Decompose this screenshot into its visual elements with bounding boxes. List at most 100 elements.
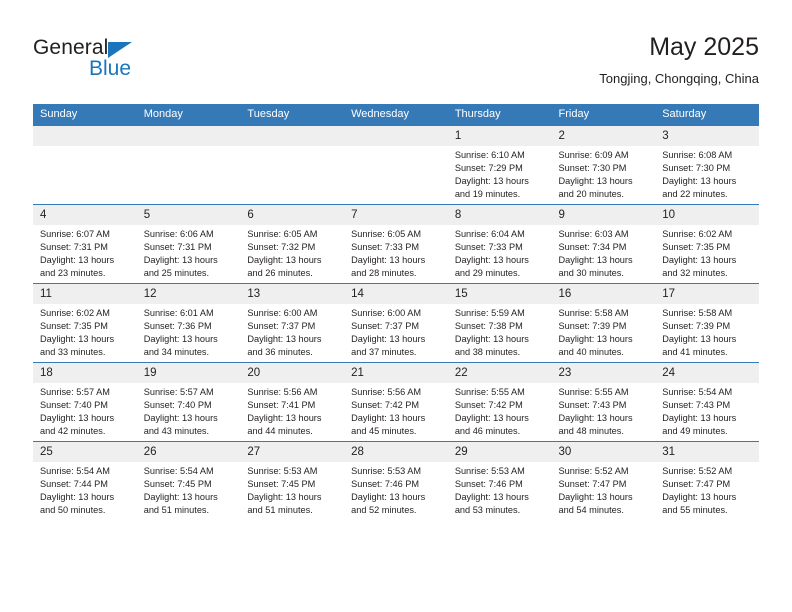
calendar-header-row: Sunday Monday Tuesday Wednesday Thursday… — [33, 104, 759, 126]
daylight-duration-line1: Daylight: 13 hours — [454, 334, 529, 345]
sunrise-time: Sunrise: 6:00 AM — [247, 308, 318, 318]
calendar-day-cell[interactable]: 22 Sunrise: 5:55 AM Sunset: 7:42 PM Dayligh… — [447, 362, 552, 442]
day-number: 24 — [655, 363, 759, 383]
daylight-duration-line1: Daylight: 13 hours — [454, 176, 529, 187]
daylight-duration-line1: Daylight: 13 hours — [558, 492, 633, 503]
sunset-time: Sunset: 7:47 PM — [662, 479, 731, 490]
daylight-duration-line1: Daylight: 13 hours — [662, 413, 737, 424]
day-number: 23 — [551, 363, 656, 383]
daylight-duration-line1: Daylight: 13 hours — [351, 334, 426, 345]
calendar-day-cell[interactable]: 27 Sunrise: 5:53 AM Sunset: 7:45 PM Dayligh… — [240, 441, 345, 520]
calendar-day-cell[interactable]: 25 Sunrise: 5:54 AM Sunset: 7:44 PM Dayligh… — [33, 441, 137, 520]
day-number: 2 — [551, 126, 656, 146]
calendar-day-cell[interactable]: 20 Sunrise: 5:56 AM Sunset: 7:41 PM Dayligh… — [240, 362, 345, 442]
calendar-day-cell[interactable]: 4 Sunrise: 6:07 AM Sunset: 7:31 PM Daylight… — [33, 204, 137, 284]
page-subtitle: Tongjing, Chongqing, China — [599, 71, 759, 86]
daylight-duration-line2: and 53 minutes. — [454, 505, 521, 516]
sunrise-time: Sunrise: 5:59 AM — [454, 308, 525, 318]
day-details: Sunrise: 6:09 AM Sunset: 7:30 PM Daylight:… — [552, 146, 656, 201]
day-number: 4 — [33, 205, 137, 225]
calendar-day-cell[interactable]: 24 Sunrise: 5:54 AM Sunset: 7:43 PM Dayligh… — [655, 362, 759, 442]
calendar-day-cell[interactable]: 14 Sunrise: 6:00 AM Sunset: 7:37 PM Dayligh… — [344, 283, 448, 363]
calendar-day-cell[interactable]: 7 Sunrise: 6:05 AM Sunset: 7:33 PM Daylight… — [344, 204, 448, 284]
calendar-day-cell[interactable]: 18 Sunrise: 5:57 AM Sunset: 7:40 PM Dayligh… — [33, 362, 137, 442]
day-number: 6 — [240, 205, 345, 225]
day-number: 30 — [551, 442, 656, 462]
calendar-day-cell-empty — [136, 125, 241, 205]
sunset-time: Sunset: 7:41 PM — [247, 400, 316, 411]
sunrise-time: Sunrise: 5:57 AM — [40, 387, 110, 397]
calendar-day-cell[interactable]: 28 Sunrise: 5:53 AM Sunset: 7:46 PM Dayligh… — [344, 441, 448, 520]
day-details: Sunrise: 6:01 AM Sunset: 7:36 PM Daylight:… — [137, 304, 241, 359]
calendar-day-cell[interactable]: 8 Sunrise: 6:04 AM Sunset: 7:33 PM Daylight… — [447, 204, 552, 284]
calendar-day-cell[interactable]: 5 Sunrise: 6:06 AM Sunset: 7:31 PM Daylight… — [136, 204, 241, 284]
daylight-duration-line2: and 26 minutes. — [247, 268, 313, 279]
calendar-day-cell[interactable]: 15 Sunrise: 5:59 AM Sunset: 7:38 PM Dayligh… — [447, 283, 552, 363]
sunset-time: Sunset: 7:44 PM — [40, 479, 108, 490]
calendar-day-cell[interactable]: 3 Sunrise: 6:08 AM Sunset: 7:30 PM Daylight… — [655, 125, 759, 205]
day-details: Sunrise: 5:58 AM Sunset: 7:39 PM Daylight:… — [552, 304, 656, 359]
calendar-day-cell[interactable]: 26 Sunrise: 5:54 AM Sunset: 7:45 PM Dayligh… — [136, 441, 241, 520]
weekday-header-tuesday: Tuesday — [240, 104, 345, 126]
sunset-time: Sunset: 7:37 PM — [351, 321, 420, 332]
brand-logo[interactable]: General Blue — [33, 36, 213, 88]
sunrise-time: Sunrise: 6:02 AM — [662, 229, 733, 239]
calendar-day-cell[interactable]: 1 Sunrise: 6:10 AM Sunset: 7:29 PM Daylight… — [447, 125, 552, 205]
calendar-page: General Blue May 2025 Tongjing, Chongqin… — [0, 0, 792, 612]
calendar-day-cell[interactable]: 31 Sunrise: 5:52 AM Sunset: 7:47 PM Dayligh… — [655, 441, 759, 520]
calendar-day-cell[interactable]: 16 Sunrise: 5:58 AM Sunset: 7:39 PM Dayligh… — [551, 283, 656, 363]
sunset-time: Sunset: 7:33 PM — [454, 242, 523, 253]
weekday-header-monday: Monday — [136, 104, 241, 126]
calendar-day-cell[interactable]: 2 Sunrise: 6:09 AM Sunset: 7:30 PM Daylight… — [551, 125, 656, 205]
calendar-day-cell[interactable]: 12 Sunrise: 6:01 AM Sunset: 7:36 PM Dayligh… — [136, 283, 241, 363]
daylight-duration-line2: and 23 minutes. — [40, 268, 106, 279]
sunrise-time: Sunrise: 6:05 AM — [351, 229, 422, 239]
sunrise-time: Sunrise: 6:08 AM — [662, 150, 733, 160]
sunset-time: Sunset: 7:30 PM — [662, 163, 731, 174]
sunset-time: Sunset: 7:38 PM — [454, 321, 523, 332]
sunset-time: Sunset: 7:33 PM — [351, 242, 420, 253]
day-number: 21 — [344, 363, 448, 383]
daylight-duration-line1: Daylight: 13 hours — [247, 413, 322, 424]
sunrise-time: Sunrise: 5:54 AM — [662, 387, 733, 397]
daylight-duration-line2: and 45 minutes. — [351, 426, 417, 437]
day-details: Sunrise: 5:56 AM Sunset: 7:41 PM Daylight:… — [240, 383, 344, 438]
calendar-day-cell[interactable]: 23 Sunrise: 5:55 AM Sunset: 7:43 PM Dayligh… — [551, 362, 656, 442]
sunset-time: Sunset: 7:45 PM — [247, 479, 316, 490]
calendar-day-cell[interactable]: 11 Sunrise: 6:02 AM Sunset: 7:35 PM Dayligh… — [33, 283, 137, 363]
day-details: Sunrise: 6:05 AM Sunset: 7:33 PM Daylight:… — [344, 225, 448, 280]
calendar-day-cell[interactable]: 9 Sunrise: 6:03 AM Sunset: 7:34 PM Daylight… — [551, 204, 656, 284]
sunrise-time: Sunrise: 5:54 AM — [40, 466, 110, 476]
day-details: Sunrise: 5:52 AM Sunset: 7:47 PM Daylight:… — [552, 462, 656, 517]
day-number: 20 — [240, 363, 345, 383]
day-details: Sunrise: 5:54 AM Sunset: 7:43 PM Daylight:… — [655, 383, 759, 438]
daylight-duration-line1: Daylight: 13 hours — [662, 176, 737, 187]
calendar-day-cell[interactable]: 6 Sunrise: 6:05 AM Sunset: 7:32 PM Daylight… — [240, 204, 345, 284]
day-details: Sunrise: 5:56 AM Sunset: 7:42 PM Daylight:… — [344, 383, 448, 438]
day-details: Sunrise: 6:07 AM Sunset: 7:31 PM Daylight:… — [33, 225, 137, 280]
day-number: 26 — [136, 442, 241, 462]
daylight-duration-line1: Daylight: 13 hours — [558, 176, 633, 187]
calendar-day-cell[interactable]: 19 Sunrise: 5:57 AM Sunset: 7:40 PM Dayligh… — [136, 362, 241, 442]
daylight-duration-line1: Daylight: 13 hours — [454, 255, 529, 266]
day-details: Sunrise: 5:55 AM Sunset: 7:43 PM Daylight:… — [552, 383, 656, 438]
calendar-day-cell[interactable]: 21 Sunrise: 5:56 AM Sunset: 7:42 PM Dayligh… — [344, 362, 448, 442]
calendar-week-row: 1 Sunrise: 6:10 AM Sunset: 7:29 PM Daylight… — [33, 125, 759, 205]
sunrise-time: Sunrise: 5:53 AM — [454, 466, 525, 476]
calendar-day-cell[interactable]: 30 Sunrise: 5:52 AM Sunset: 7:47 PM Dayligh… — [551, 441, 656, 520]
sunset-time: Sunset: 7:35 PM — [40, 321, 108, 332]
daylight-duration-line2: and 51 minutes. — [247, 505, 313, 516]
calendar-day-cell[interactable]: 10 Sunrise: 6:02 AM Sunset: 7:35 PM Dayligh… — [655, 204, 759, 284]
day-details: Sunrise: 5:59 AM Sunset: 7:38 PM Daylight:… — [448, 304, 552, 359]
day-details: Sunrise: 5:58 AM Sunset: 7:39 PM Daylight:… — [655, 304, 759, 359]
calendar-day-cell[interactable]: 13 Sunrise: 6:00 AM Sunset: 7:37 PM Dayligh… — [240, 283, 345, 363]
weekday-header-friday: Friday — [551, 104, 656, 126]
sunrise-time: Sunrise: 6:01 AM — [143, 308, 214, 318]
daylight-duration-line2: and 36 minutes. — [247, 347, 313, 358]
daylight-duration-line1: Daylight: 13 hours — [351, 255, 426, 266]
calendar-day-cell[interactable]: 29 Sunrise: 5:53 AM Sunset: 7:46 PM Dayligh… — [447, 441, 552, 520]
calendar-day-cell[interactable]: 17 Sunrise: 5:58 AM Sunset: 7:39 PM Dayligh… — [655, 283, 759, 363]
day-details: Sunrise: 6:03 AM Sunset: 7:34 PM Daylight:… — [552, 225, 656, 280]
sunset-time: Sunset: 7:39 PM — [558, 321, 627, 332]
day-number: 3 — [655, 126, 759, 146]
